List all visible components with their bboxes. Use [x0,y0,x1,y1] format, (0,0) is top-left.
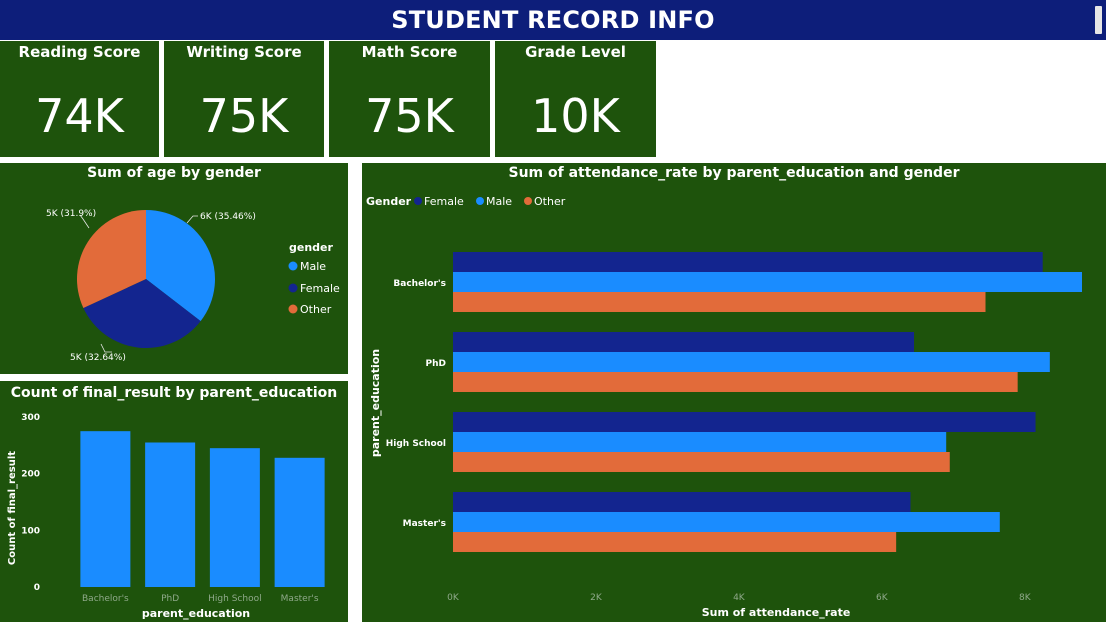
kpi-label: Writing Score [186,43,302,61]
column-chart-y-axis-title: Count of final_result [7,451,18,565]
kpi-value: 75K [365,89,454,143]
dashboard-header: STUDENT RECORD INFO [0,0,1106,40]
kpi-card-reading-score: Reading Score 74K [0,41,159,157]
pie-legend-title: gender [289,241,334,254]
column-chart-y-tick: 0 [34,583,40,593]
pie-legend-item-female[interactable]: Female [300,282,340,295]
pie-legend-item-other[interactable]: Other [300,303,332,316]
column-chart: 0 100 200 300 Bachelor's PhD High School Maste… [7,413,325,620]
column-chart-y-tick: 100 [21,526,40,536]
hbar-bar-female[interactable] [453,492,911,512]
column-bar[interactable] [274,457,325,587]
pie-legend-item-male[interactable]: Male [300,260,326,273]
column-bar[interactable] [145,442,196,588]
pie-data-label-female: 5K (32.64%) [70,353,126,363]
hbar-x-tick: 2K [590,593,603,603]
hbar-bar-other[interactable] [453,372,1018,392]
pie-data-label-other: 5K (31.9%) [46,209,96,219]
column-chart-x-axis-title: parent_education [142,607,250,620]
hbar-bar-female[interactable] [453,412,1036,432]
hbar-x-axis-title: Sum of attendance_rate [702,606,851,619]
hbar-x-tick: 0K [447,593,460,603]
kpi-value: 75K [199,89,289,143]
hbar-bar-male[interactable] [453,432,947,452]
kpi-card-writing-score: Writing Score 75K [164,41,324,157]
legend-marker-other [288,304,298,314]
column-chart-x-tick: Master's [281,594,319,604]
kpi-label: Grade Level [525,43,626,61]
scrollbar[interactable] [1095,6,1102,34]
kpi-value: 74K [35,89,124,143]
column-chart-y-tick: 200 [21,470,40,480]
hbar-x-tick: 4K [733,593,746,603]
column-chart-x-tick: High School [208,594,261,604]
page-title: STUDENT RECORD INFO [391,6,715,34]
legend-marker-male [288,261,298,271]
hbar-bar-other[interactable] [453,292,986,312]
pie-chart-panel: Sum of age by gender 6K (35.46%) 5K (31.… [0,163,348,374]
kpi-card-grade-level: Grade Level 10K [495,41,656,157]
column-chart-x-tick: PhD [161,594,179,604]
hbar-x-tick: 6K [876,593,889,603]
legend-marker-female [288,283,298,293]
hbar-legend-title: Gender [366,195,412,208]
kpi-label: Reading Score [18,43,141,61]
hbar-bar-other[interactable] [453,532,897,552]
hbar-category-label: PhD [426,359,446,369]
hbar-legend-item-male[interactable]: Male [486,195,512,208]
kpi-card-math-score: Math Score 75K [329,41,490,157]
hbar-legend-item-other[interactable]: Other [534,195,566,208]
pie-chart: 6K (35.46%) 5K (31.9%) 5K (32.64%) gende… [46,209,340,363]
hbar-bar-other[interactable] [453,452,950,472]
hbar-x-tick: 8K [1019,593,1032,603]
kpi-label: Math Score [361,43,458,61]
column-chart-panel: Count of final_result by parent_educatio… [0,381,348,622]
hbar-category-label: Master's [403,519,446,529]
legend-marker-male [476,197,484,205]
hbar-bar-female[interactable] [453,332,915,352]
hbar-bar-male[interactable] [453,272,1082,292]
column-bar[interactable] [80,431,131,587]
hbar-chart: Gender Female Male Other Bachelor's PhD High… [366,195,1082,619]
hbar-y-axis-title: parent_education [369,349,382,457]
hbar-bar-male[interactable] [453,512,1000,532]
legend-marker-female [414,197,422,205]
column-bar[interactable] [209,448,260,587]
pie-data-label-male: 6K (35.46%) [200,212,256,222]
hbar-bar-male[interactable] [453,352,1050,372]
legend-marker-other [524,197,532,205]
hbar-legend-item-female[interactable]: Female [424,195,464,208]
hbar-category-label: Bachelor's [393,279,446,289]
kpi-value: 10K [531,89,620,143]
hbar-chart-panel: Sum of attendance_rate by parent_educati… [362,163,1106,622]
hbar-bar-female[interactable] [453,252,1043,272]
column-chart-x-tick: Bachelor's [82,594,129,604]
column-chart-y-tick: 300 [21,413,40,423]
hbar-category-label: High School [386,439,446,449]
